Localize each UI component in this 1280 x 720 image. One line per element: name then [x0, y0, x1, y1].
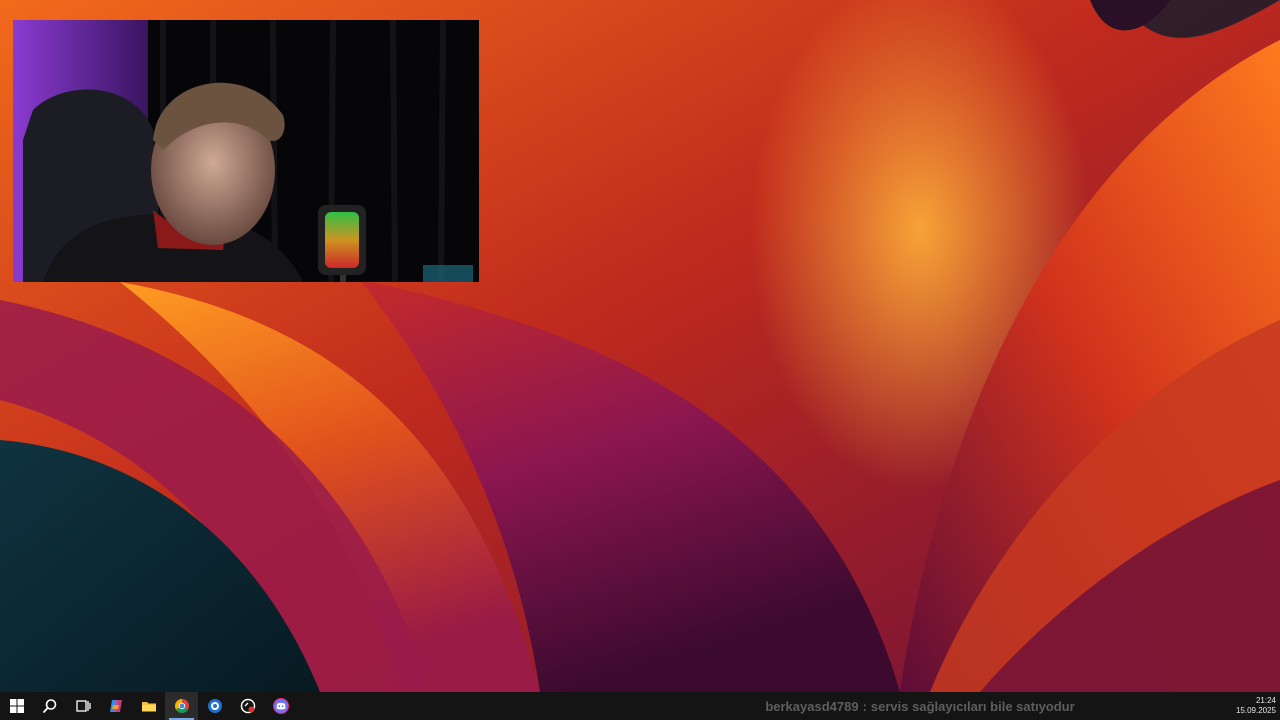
clock-time: 21:24 [1255, 696, 1276, 705]
search-icon [42, 699, 56, 714]
chat-message-text: servis sağlayıcıları bile satıyodur [870, 698, 1075, 714]
red-app-button[interactable] [231, 692, 264, 720]
chat-ticker: berkayasd4789 : servis sağlayıcıları bil… [700, 692, 1140, 720]
desktop[interactable] [0, 0, 1280, 692]
task-view-icon [75, 700, 91, 712]
file-explorer-button[interactable] [132, 692, 165, 720]
discord-button[interactable] [264, 692, 297, 720]
copilot-button[interactable] [99, 692, 132, 720]
clock-date: 15.09.2025 [1235, 706, 1276, 715]
webcam-feed-image [13, 20, 479, 282]
task-view-button[interactable] [66, 692, 99, 720]
app-red-circle-icon [240, 698, 255, 714]
webcam-overlay [13, 20, 479, 282]
app-blue-circle-icon [207, 699, 222, 713]
chrome-icon [174, 699, 189, 713]
search-button[interactable] [33, 692, 66, 720]
system-clock[interactable]: 21:24 15.09.2025 [1216, 692, 1276, 720]
copilot-icon [109, 700, 122, 712]
chrome-button[interactable] [165, 692, 198, 720]
blue-app-button[interactable] [198, 692, 231, 720]
chat-separator: : [862, 698, 867, 714]
file-explorer-icon [141, 702, 156, 712]
windows-start-icon [9, 699, 24, 713]
discord-icon [272, 698, 289, 714]
start-button[interactable] [0, 692, 33, 720]
chat-username: berkayasd4789 [765, 698, 859, 714]
